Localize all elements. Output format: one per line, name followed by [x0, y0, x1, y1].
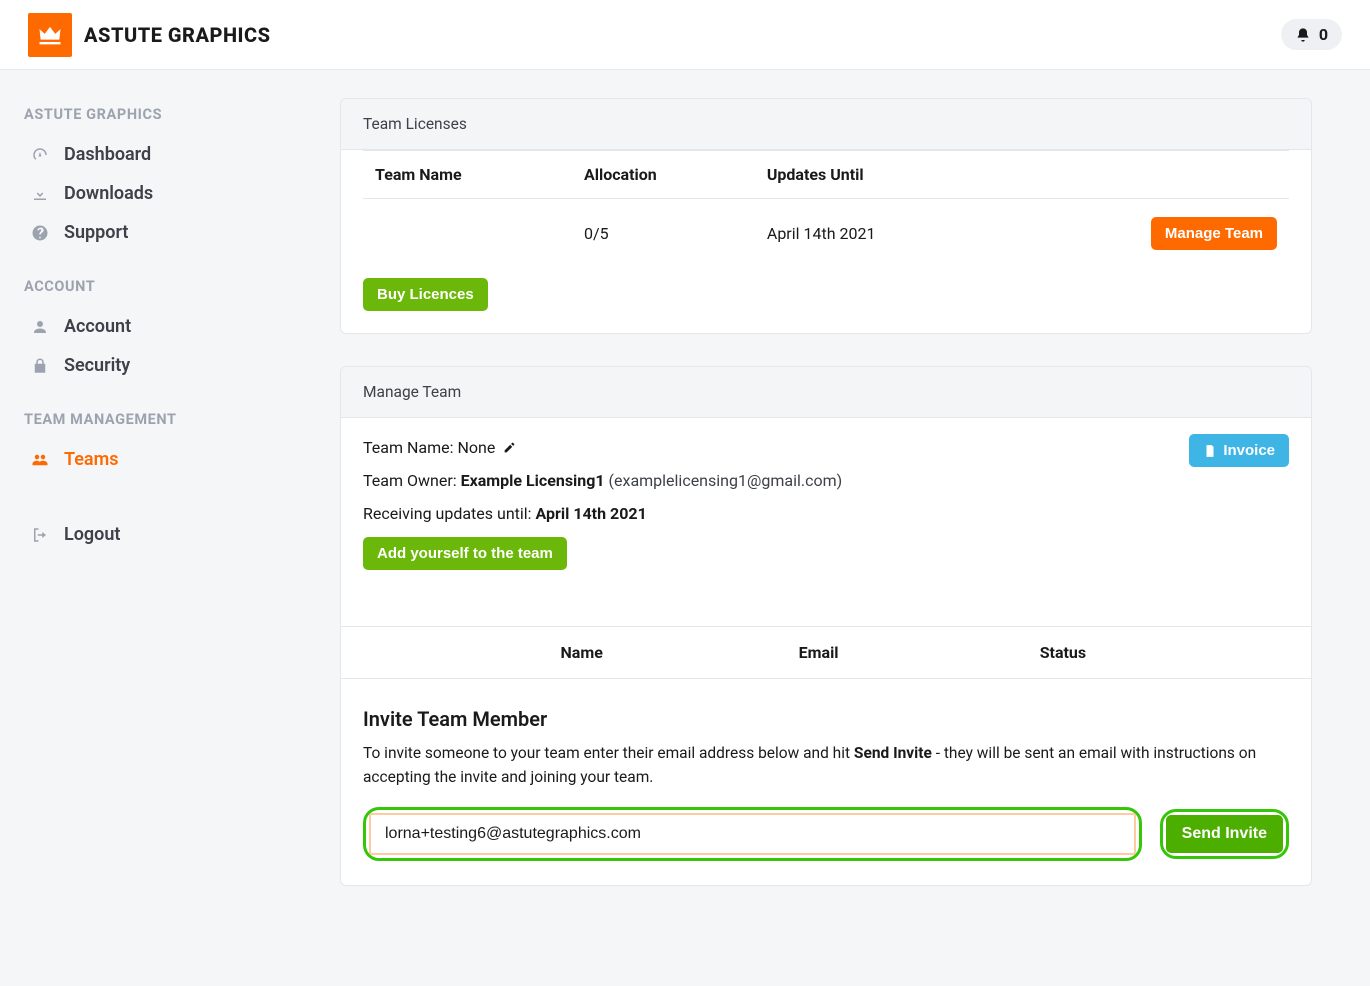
main-content: Team Licenses Team Name Allocation Updat… — [340, 70, 1340, 958]
pencil-icon — [503, 441, 516, 454]
updates-until-value: April 14th 2021 — [536, 504, 647, 523]
sidebar: ASTUTE GRAPHICS Dashboard Downloads Supp… — [0, 70, 340, 958]
manage-team-card: Manage Team Invoice Team Name: None Team… — [340, 366, 1312, 886]
sidebar-item-label: Security — [64, 355, 130, 376]
send-invite-highlight: Send Invite — [1160, 809, 1289, 859]
cell-team-name — [363, 199, 572, 269]
user-icon — [30, 318, 50, 336]
sidebar-section-title: ASTUTE GRAPHICS — [24, 106, 316, 123]
brand-logo — [28, 13, 72, 57]
col-allocation: Allocation — [572, 151, 755, 199]
sidebar-item-label: Support — [64, 222, 128, 243]
download-icon — [30, 185, 50, 203]
users-icon — [30, 451, 50, 469]
table-row: 0/5 April 14th 2021 Manage Team — [363, 199, 1289, 269]
members-table: Name Email Status — [341, 626, 1311, 679]
col-team-name: Team Name — [363, 151, 572, 199]
col-blank-end — [1191, 627, 1311, 679]
sidebar-item-label: Teams — [64, 449, 119, 470]
invite-email-highlight — [363, 807, 1142, 861]
sidebar-item-downloads[interactable]: Downloads — [24, 174, 316, 213]
invite-email-input[interactable] — [369, 813, 1136, 855]
sidebar-item-label: Logout — [64, 524, 120, 545]
updates-until-line: Receiving updates until: April 14th 2021 — [363, 504, 1289, 523]
licenses-table: Team Name Allocation Updates Until 0/5 A… — [363, 150, 1289, 268]
app-header: ASTUTE GRAPHICS 0 — [0, 0, 1370, 70]
team-licenses-card: Team Licenses Team Name Allocation Updat… — [340, 98, 1312, 334]
crown-icon — [36, 21, 64, 49]
send-invite-button[interactable]: Send Invite — [1166, 815, 1283, 853]
invoice-button[interactable]: Invoice — [1189, 434, 1289, 467]
sidebar-item-dashboard[interactable]: Dashboard — [24, 135, 316, 174]
document-icon — [1203, 444, 1217, 458]
add-self-button[interactable]: Add yourself to the team — [363, 537, 567, 570]
col-member-status: Status — [935, 627, 1191, 679]
sidebar-item-security[interactable]: Security — [24, 346, 316, 385]
invite-title: Invite Team Member — [363, 707, 1289, 731]
notifications-button[interactable]: 0 — [1281, 19, 1342, 50]
invite-section: Invite Team Member To invite someone to … — [341, 707, 1311, 885]
team-name-value: None — [457, 438, 495, 457]
team-owner-line: Team Owner: Example Licensing1 (examplel… — [363, 471, 1289, 490]
card-title: Manage Team — [341, 367, 1311, 418]
team-name-line: Team Name: None — [363, 438, 1289, 457]
team-owner-name: Example Licensing1 — [461, 471, 605, 490]
team-owner-email: (examplelicensing1@gmail.com) — [609, 471, 843, 490]
invite-description: To invite someone to your team enter the… — [363, 741, 1289, 789]
question-icon — [30, 224, 50, 242]
gauge-icon — [30, 146, 50, 164]
col-updates-until: Updates Until — [755, 151, 1005, 199]
manage-team-button[interactable]: Manage Team — [1151, 217, 1277, 250]
invoice-button-label: Invoice — [1223, 442, 1275, 459]
col-blank — [341, 627, 461, 679]
sidebar-item-label: Account — [64, 316, 131, 337]
sidebar-item-account[interactable]: Account — [24, 307, 316, 346]
sidebar-item-logout[interactable]: Logout — [24, 515, 316, 554]
cell-allocation: 0/5 — [572, 199, 755, 269]
sidebar-item-teams[interactable]: Teams — [24, 440, 316, 479]
brand-name: ASTUTE GRAPHICS — [84, 23, 271, 47]
sidebar-item-support[interactable]: Support — [24, 213, 316, 252]
card-title: Team Licenses — [341, 99, 1311, 150]
sidebar-item-label: Downloads — [64, 183, 153, 204]
buy-licences-button[interactable]: Buy Licences — [363, 278, 488, 311]
sidebar-item-label: Dashboard — [64, 144, 151, 165]
lock-icon — [30, 357, 50, 375]
sidebar-section-title: ACCOUNT — [24, 278, 316, 295]
bell-icon — [1295, 27, 1311, 43]
brand: ASTUTE GRAPHICS — [28, 13, 271, 57]
notifications-count: 0 — [1319, 25, 1328, 44]
col-member-email: Email — [702, 627, 934, 679]
logout-icon — [30, 526, 50, 544]
col-actions — [1005, 151, 1289, 199]
sidebar-section-title: TEAM MANAGEMENT — [24, 411, 316, 428]
col-member-name: Name — [461, 627, 702, 679]
edit-team-name-button[interactable] — [499, 438, 516, 457]
cell-updates-until: April 14th 2021 — [755, 199, 1005, 269]
